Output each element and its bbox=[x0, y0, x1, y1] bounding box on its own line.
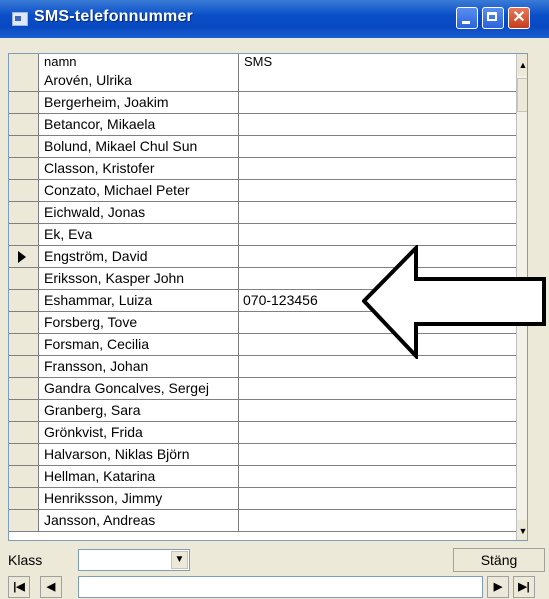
cell-namn[interactable]: Eshammar, Luiza bbox=[39, 290, 239, 312]
cell-namn[interactable]: Grönkvist, Frida bbox=[39, 422, 239, 444]
cell-sms[interactable] bbox=[239, 224, 516, 246]
cell-sms[interactable] bbox=[239, 488, 516, 510]
row-pointer-icon bbox=[18, 251, 26, 263]
row-selector[interactable] bbox=[9, 510, 39, 532]
cell-sms[interactable] bbox=[239, 400, 516, 422]
chevron-down-icon: ▼ bbox=[518, 526, 528, 536]
cell-sms[interactable] bbox=[239, 180, 516, 202]
cell-namn[interactable]: Betancor, Mikaela bbox=[39, 114, 239, 136]
cell-sms[interactable] bbox=[239, 158, 516, 180]
grid-header: namn SMS bbox=[9, 54, 527, 70]
window: SMS-telefonnummer ✕ namn SMS Arovén, Ulr… bbox=[0, 0, 549, 599]
nav-first-button[interactable]: |◀ bbox=[8, 576, 30, 598]
row-selector[interactable] bbox=[9, 422, 39, 444]
cell-namn[interactable]: Gandra Goncalves, Sergej bbox=[39, 378, 239, 400]
cell-namn[interactable]: Ek, Eva bbox=[39, 224, 239, 246]
first-record-icon: |◀ bbox=[13, 581, 25, 593]
row-selector[interactable] bbox=[9, 312, 39, 334]
klass-dropdown-button[interactable]: ▼ bbox=[171, 551, 188, 569]
cell-sms[interactable] bbox=[239, 202, 516, 224]
row-selector[interactable] bbox=[9, 202, 39, 224]
row-selector[interactable] bbox=[9, 444, 39, 466]
cell-sms[interactable] bbox=[239, 444, 516, 466]
chevron-down-icon: ▼ bbox=[174, 554, 185, 565]
app-icon bbox=[12, 12, 28, 26]
scroll-down-button[interactable]: ▼ bbox=[517, 520, 528, 540]
column-header-sms[interactable]: SMS bbox=[239, 54, 516, 70]
row-selector[interactable] bbox=[9, 158, 39, 180]
cell-namn[interactable]: Hellman, Katarina bbox=[39, 466, 239, 488]
row-selector[interactable] bbox=[9, 400, 39, 422]
row-selector[interactable] bbox=[9, 290, 39, 312]
prev-record-icon: ◀ bbox=[46, 581, 56, 593]
cell-sms[interactable] bbox=[239, 466, 516, 488]
title-bar[interactable]: SMS-telefonnummer ✕ bbox=[0, 0, 549, 38]
cell-namn[interactable]: Fransson, Johan bbox=[39, 356, 239, 378]
klass-label: Klass bbox=[8, 552, 43, 568]
cell-namn[interactable]: Eriksson, Kasper John bbox=[39, 268, 239, 290]
cell-namn[interactable]: Jansson, Andreas bbox=[39, 510, 239, 532]
nav-last-button[interactable]: ▶| bbox=[513, 576, 535, 598]
minimize-button[interactable] bbox=[456, 7, 478, 29]
row-selector[interactable] bbox=[9, 268, 39, 290]
record-navigation-field[interactable] bbox=[78, 576, 483, 598]
close-icon: ✕ bbox=[512, 9, 526, 26]
nav-next-button[interactable]: ▶ bbox=[487, 576, 509, 598]
close-button-label: Stäng bbox=[480, 552, 518, 568]
cell-namn[interactable]: Forsberg, Tove bbox=[39, 312, 239, 334]
close-window-button[interactable]: ✕ bbox=[508, 7, 530, 29]
row-selector[interactable] bbox=[9, 136, 39, 158]
row-selector[interactable] bbox=[9, 488, 39, 510]
maximize-button[interactable] bbox=[482, 7, 504, 29]
chevron-up-icon: ▲ bbox=[518, 60, 528, 70]
cell-sms[interactable] bbox=[239, 92, 516, 114]
cell-sms[interactable] bbox=[239, 510, 516, 532]
cell-sms[interactable] bbox=[239, 114, 516, 136]
cell-sms[interactable] bbox=[239, 422, 516, 444]
close-button[interactable]: Stäng bbox=[453, 548, 545, 572]
row-selector[interactable] bbox=[9, 224, 39, 246]
row-selector[interactable] bbox=[9, 246, 39, 268]
cell-namn[interactable]: Classon, Kristofer bbox=[39, 158, 239, 180]
cell-namn[interactable]: Granberg, Sara bbox=[39, 400, 239, 422]
nav-prev-button[interactable]: ◀ bbox=[40, 576, 62, 598]
footer-bar: Klass ▼ Stäng |◀ ◀ ▶ ▶| bbox=[0, 545, 549, 599]
row-selector[interactable] bbox=[9, 378, 39, 400]
row-selector[interactable] bbox=[9, 334, 39, 356]
next-record-icon: ▶ bbox=[493, 581, 503, 593]
row-selector[interactable] bbox=[9, 114, 39, 136]
cell-namn[interactable]: Henriksson, Jimmy bbox=[39, 488, 239, 510]
row-selector[interactable] bbox=[9, 180, 39, 202]
cell-sms[interactable] bbox=[239, 378, 516, 400]
cell-namn[interactable]: Bolund, Mikael Chul Sun bbox=[39, 136, 239, 158]
klass-combobox[interactable]: ▼ bbox=[78, 549, 190, 571]
cell-namn[interactable]: Halvarson, Niklas Björn bbox=[39, 444, 239, 466]
scroll-up-button[interactable]: ▲ bbox=[517, 54, 528, 76]
last-record-icon: ▶| bbox=[518, 581, 530, 593]
header-selector bbox=[9, 54, 39, 70]
cell-namn[interactable]: Bergerheim, Joakim bbox=[39, 92, 239, 114]
cell-sms[interactable] bbox=[239, 356, 516, 378]
cell-namn[interactable]: Eichwald, Jonas bbox=[39, 202, 239, 224]
cell-sms[interactable] bbox=[239, 70, 516, 92]
row-selector[interactable] bbox=[9, 92, 39, 114]
row-selector[interactable] bbox=[9, 466, 39, 488]
cell-namn[interactable]: Arovén, Ulrika bbox=[39, 70, 239, 92]
scroll-thumb[interactable] bbox=[517, 78, 527, 112]
window-title: SMS-telefonnummer bbox=[34, 8, 193, 25]
row-selector[interactable] bbox=[9, 70, 39, 92]
arrow-left-icon bbox=[362, 245, 546, 359]
cell-namn[interactable]: Forsman, Cecilia bbox=[39, 334, 239, 356]
cell-namn[interactable]: Conzato, Michael Peter bbox=[39, 180, 239, 202]
cell-namn[interactable]: Engström, David bbox=[39, 246, 239, 268]
cell-sms[interactable] bbox=[239, 136, 516, 158]
column-header-namn[interactable]: namn bbox=[39, 54, 239, 70]
row-selector[interactable] bbox=[9, 356, 39, 378]
